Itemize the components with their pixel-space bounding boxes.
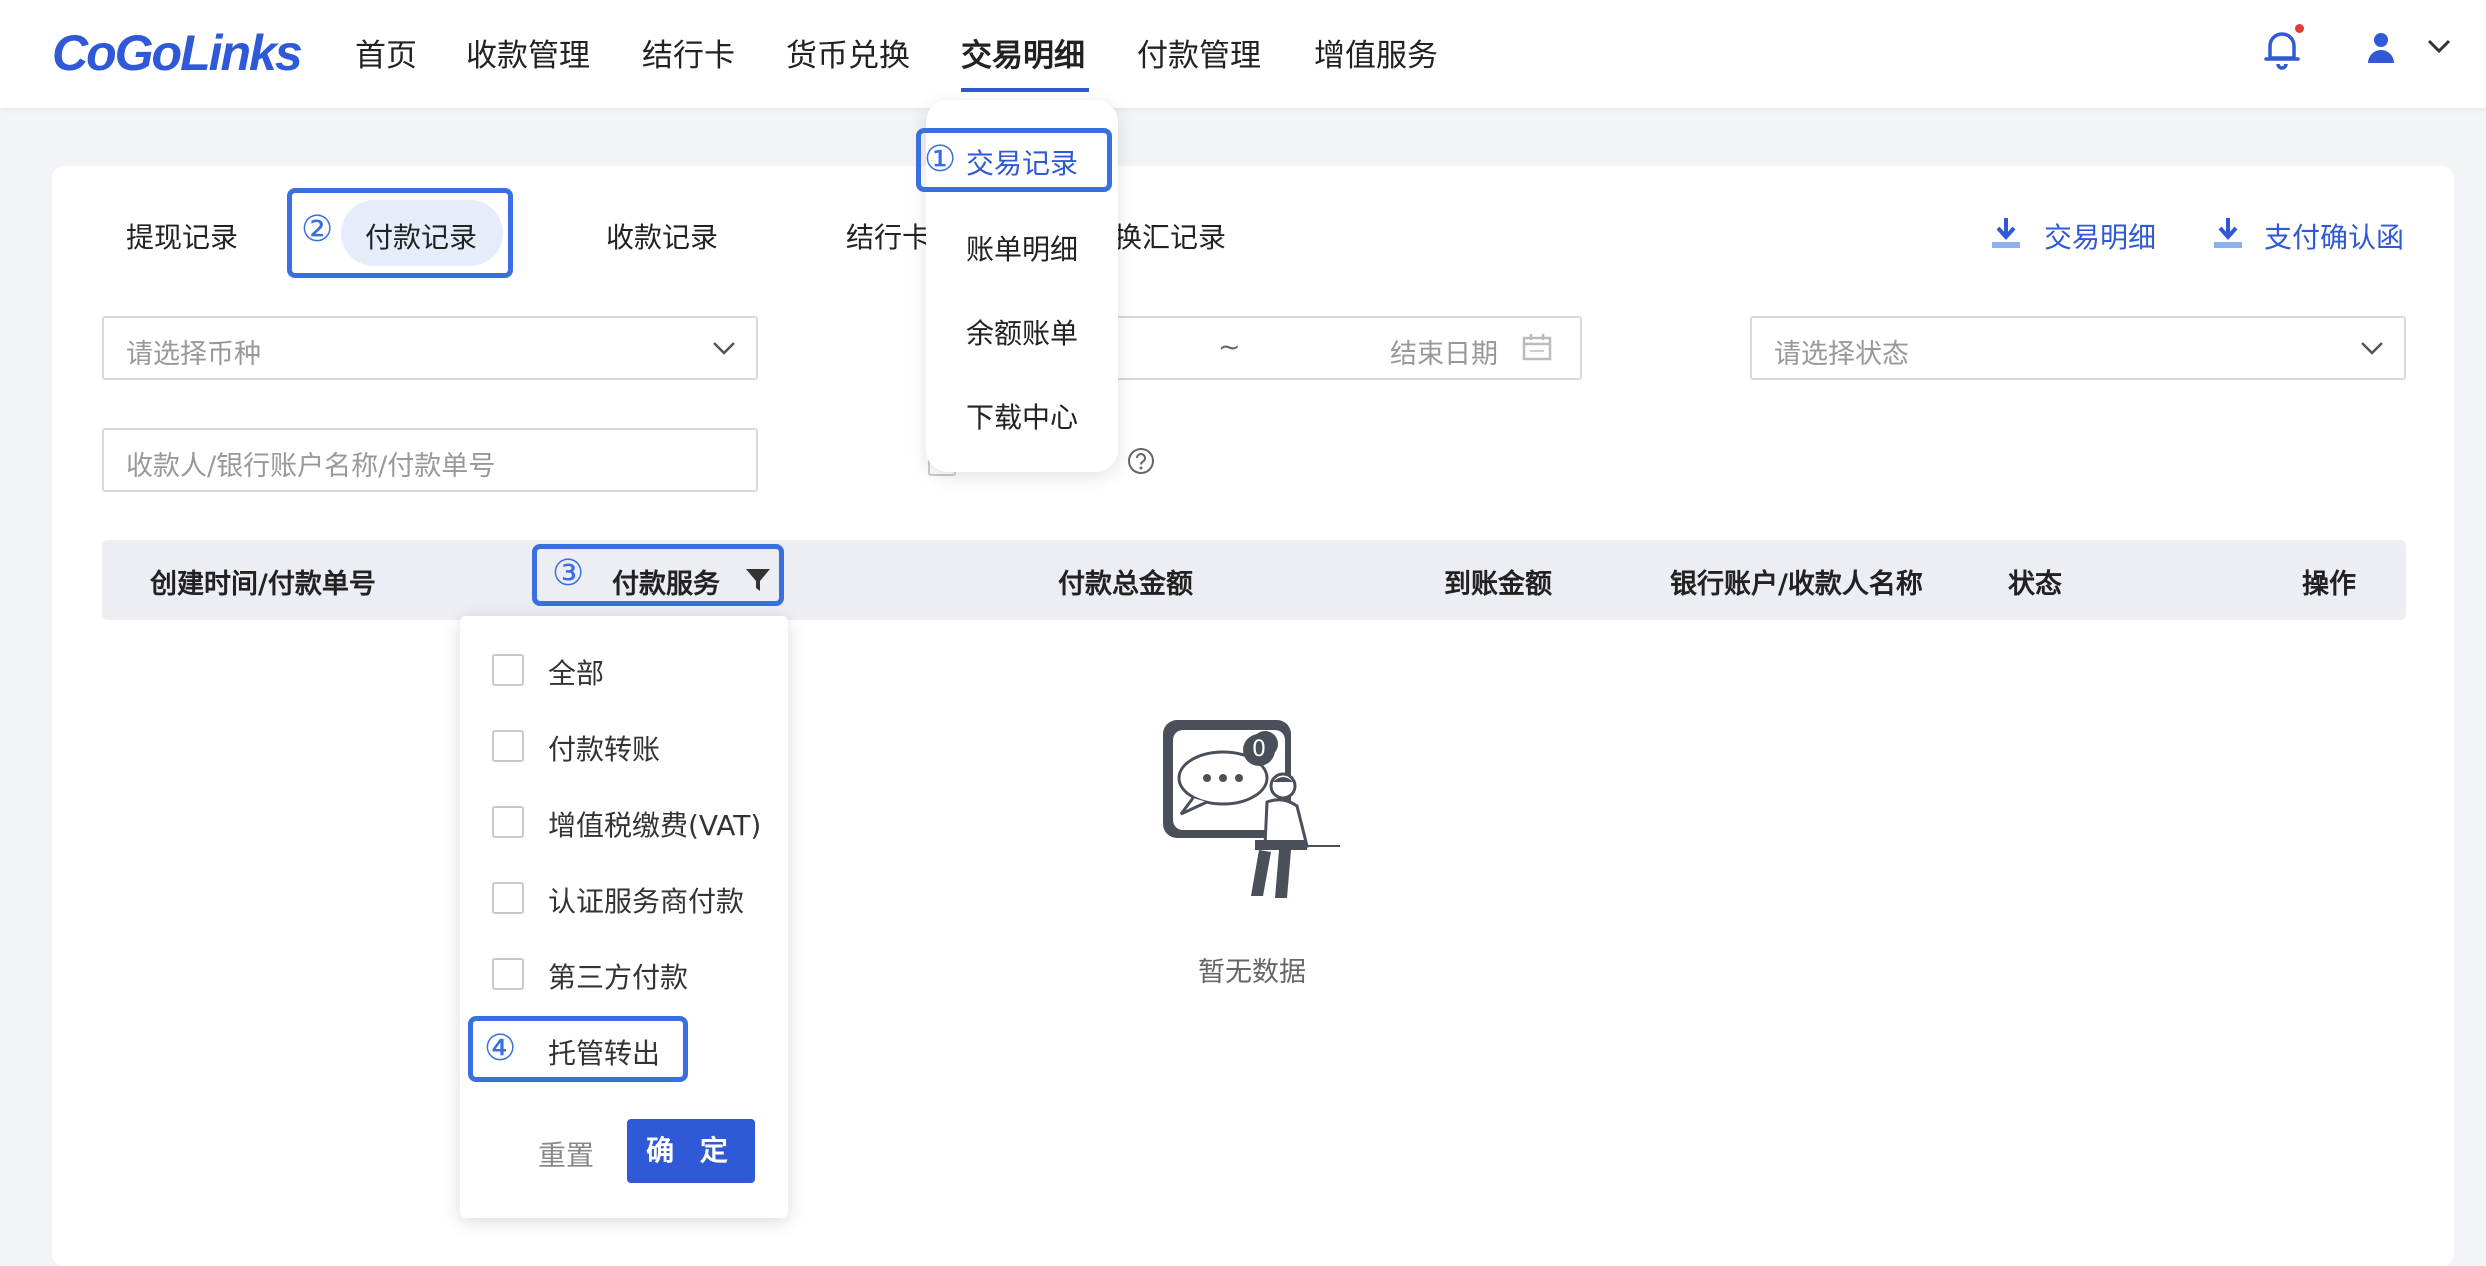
help-icon[interactable] [1126,446,1156,476]
date-range-separator: ~ [1218,332,1241,363]
column-status: 状态 [2008,569,2062,600]
column-total-amount: 付款总金额 [1058,569,1193,600]
brand-logo[interactable]: CoGoLinks [52,24,303,82]
filter-option-vat[interactable]: 增值税缴费(VAT) [548,804,761,844]
nav-active-underline [961,88,1089,92]
filter-option-transfer[interactable]: 付款转账 [548,728,660,768]
nav-collection[interactable]: 收款管理 [466,30,590,75]
download-transaction-detail-link[interactable]: 交易明细 [2044,216,2156,256]
menu-item-download-center[interactable]: 下载中心 [966,396,1078,436]
calendar-icon[interactable] [1522,333,1552,361]
nav-value-added[interactable]: 增值服务 [1314,30,1438,75]
chevron-down-icon[interactable] [2426,36,2452,56]
tab-card-records[interactable]: 结行卡 [846,216,930,256]
menu-item-balance-statement[interactable]: 余额账单 [966,312,1078,352]
option-checkbox[interactable] [492,882,524,914]
chevron-down-icon [2361,342,2383,355]
filter-option-certified-provider[interactable]: 认证服务商付款 [548,880,744,920]
annotation-number-3: ③ [552,553,585,594]
tab-exchange-records[interactable]: 换汇记录 [1114,216,1226,256]
bell-icon[interactable] [2262,26,2302,70]
nav-exchange[interactable]: 货币兑换 [786,30,910,75]
menu-item-bill-details[interactable]: 账单明细 [966,228,1078,268]
column-bank-account: 银行账户/收款人名称 [1670,569,1923,600]
search-input-placeholder: 收款人/银行账户名称/付款单号 [126,451,496,482]
nav-card[interactable]: 结行卡 [642,30,735,75]
notification-dot [2295,24,2304,33]
option-checkbox[interactable] [492,806,524,838]
nav-payments[interactable]: 付款管理 [1137,30,1261,75]
confirm-button[interactable]: 确 定 [627,1119,755,1183]
column-received-amount: 到账金额 [1444,569,1552,600]
chevron-down-icon [713,342,735,355]
status-select-placeholder: 请选择状态 [1774,339,1909,370]
user-icon[interactable] [2366,30,2396,64]
option-checkbox[interactable] [492,654,524,686]
column-actions: 操作 [2302,569,2356,600]
annotation-number-4: ④ [484,1028,517,1069]
nav-home[interactable]: 首页 [355,30,417,75]
download-payment-confirmation-link[interactable]: 支付确认函 [2264,216,2404,256]
filter-option-all[interactable]: 全部 [548,652,604,692]
nav-transactions[interactable]: 交易明细 [961,30,1085,75]
message-count-badge: 0 [1243,734,1275,766]
reset-button[interactable]: 重置 [538,1134,594,1174]
tab-withdraw-records[interactable]: 提现记录 [126,216,238,256]
download-icon[interactable] [1992,216,2020,250]
option-checkbox[interactable] [492,958,524,990]
annotation-number-2: ② [301,209,334,250]
currency-select-placeholder: 请选择币种 [126,339,261,370]
option-checkbox[interactable] [492,730,524,762]
empty-state-text: 暂无数据 [1198,957,1306,988]
end-date-placeholder: 结束日期 [1390,339,1498,370]
column-created-time: 创建时间/付款单号 [150,569,376,600]
annotation-number-1: ① [924,139,957,180]
tab-receive-records[interactable]: 收款记录 [606,216,718,256]
filter-option-third-party[interactable]: 第三方付款 [548,956,688,996]
download-icon[interactable] [2214,216,2242,250]
